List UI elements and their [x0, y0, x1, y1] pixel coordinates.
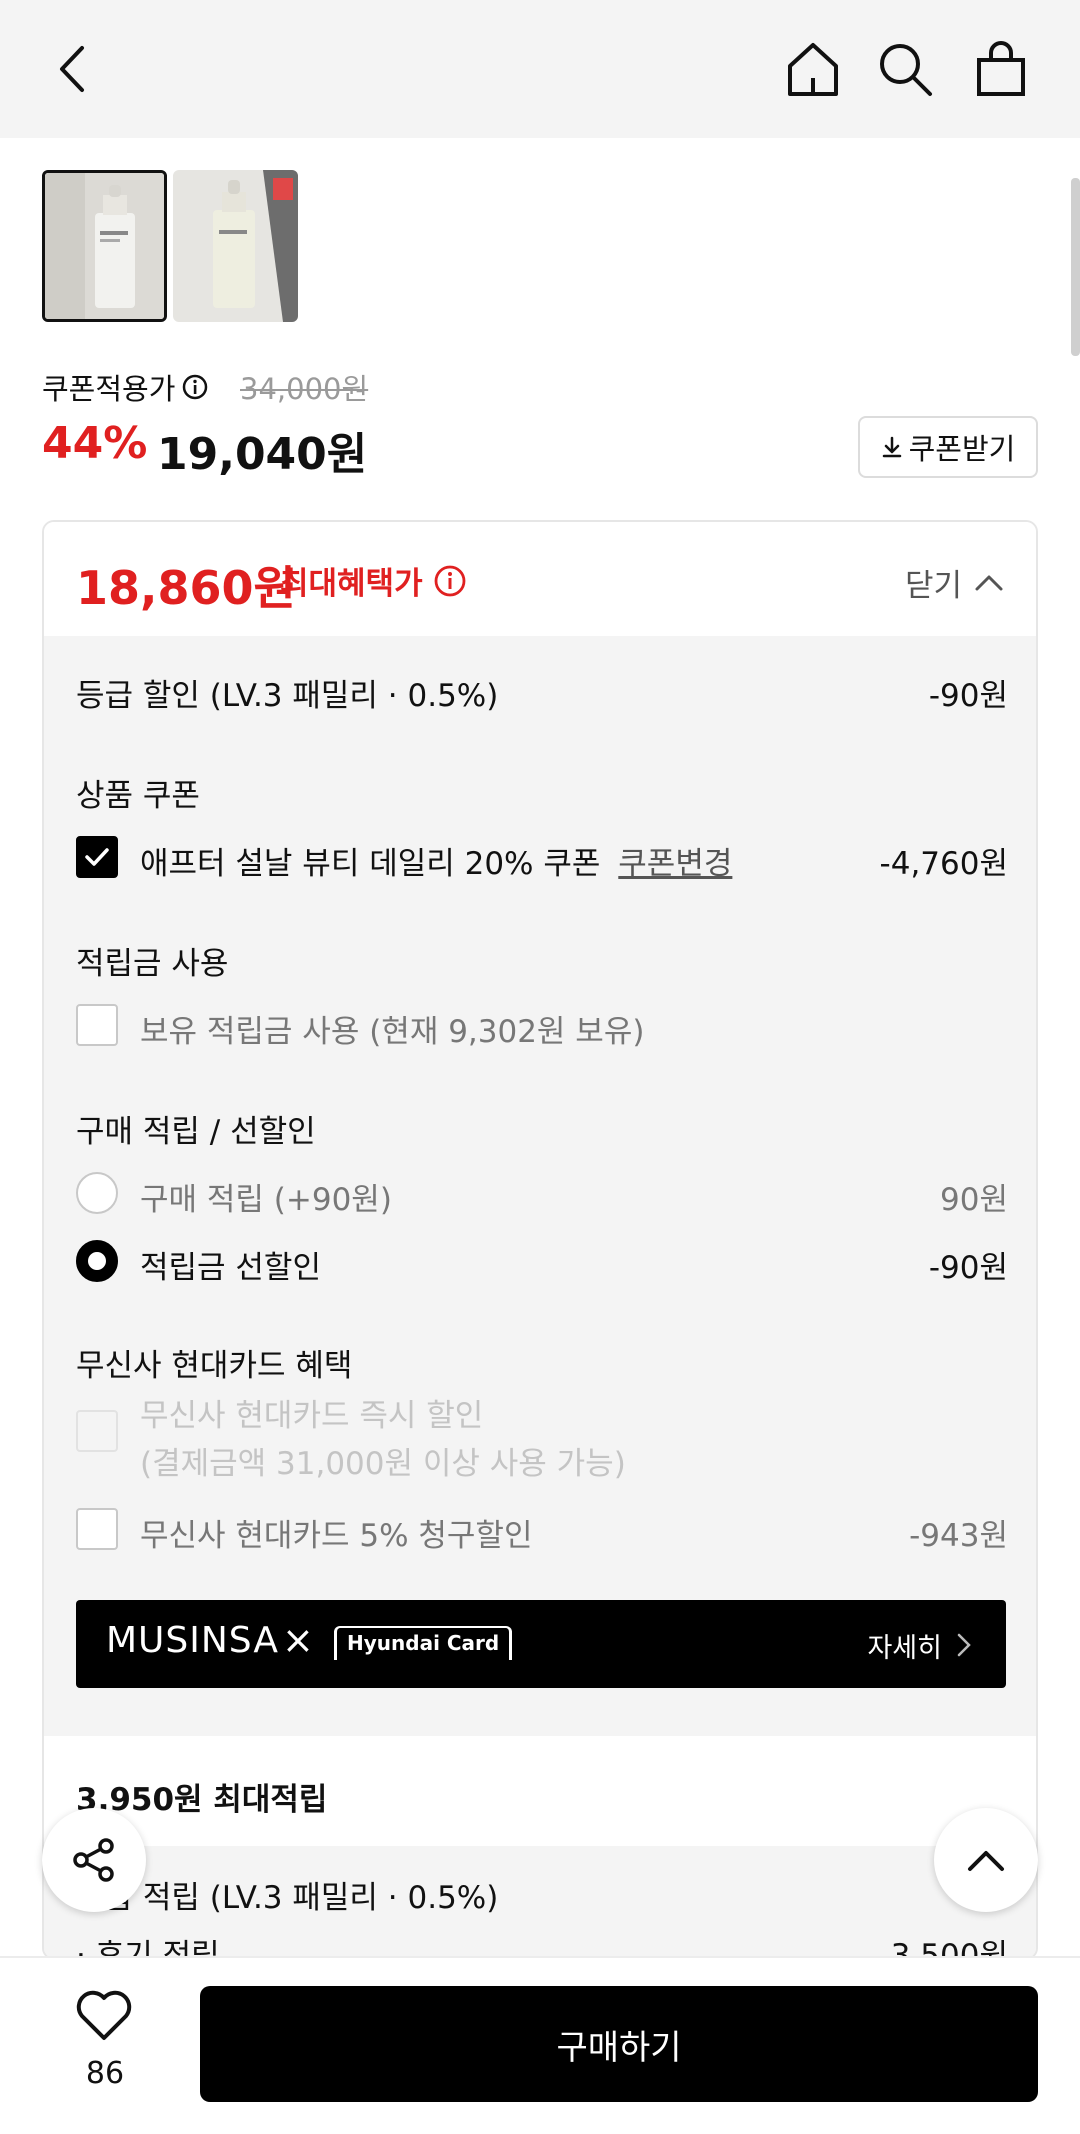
musinsa-hyundai-card-banner[interactable]: MUSINSA × Hyundai Card 자세히	[76, 1600, 1006, 1688]
share-icon	[73, 1838, 114, 1882]
purchase-points-label: 구매 적립 (+90원)	[140, 1182, 392, 1218]
points-use-title: 적립금 사용	[76, 946, 229, 982]
search-button[interactable]	[872, 36, 938, 102]
get-coupon-label: 쿠폰받기	[908, 432, 1016, 466]
hyundai-card-logo: Hyundai Card	[334, 1626, 513, 1660]
chevron-right-icon	[957, 1633, 971, 1657]
coupon-price-text: 쿠폰적용가	[42, 372, 176, 406]
billing-discount-value: -943원	[909, 1518, 1008, 1554]
pre-discount-label: 적립금 선할인	[140, 1250, 321, 1286]
pre-discount-radio[interactable]	[76, 1240, 118, 1282]
benefit-details: 등급 할인 (LV.3 패밀리 · 0.5%) -90원 상품 쿠폰 애프터 설…	[44, 636, 1036, 1736]
heart-icon	[76, 1990, 132, 2040]
chevron-up-icon	[975, 575, 1003, 590]
sale-price: 19,040원	[157, 429, 368, 480]
scroll-to-top-button[interactable]	[934, 1808, 1038, 1912]
close-label: 닫기	[904, 568, 962, 604]
benefit-header: 18,860원 최대혜택가 닫기	[44, 522, 1036, 636]
like-count: 86	[85, 2056, 125, 2091]
like-button[interactable]	[74, 1988, 134, 2046]
home-icon	[788, 43, 838, 96]
grade-discount-label: 등급 할인 (LV.3 패밀리 · 0.5%)	[76, 678, 499, 714]
billing-discount-checkbox[interactable]	[76, 1508, 118, 1550]
purchase-reward-title: 구매 적립 / 선할인	[76, 1114, 316, 1150]
cross-mark: ×	[282, 1618, 314, 1662]
product-coupon-label: 애프터 설날 뷰티 데일리 20% 쿠폰 쿠폰변경	[140, 838, 732, 883]
purchase-points-value: 90원	[940, 1182, 1008, 1218]
change-coupon-link[interactable]: 쿠폰변경	[618, 846, 732, 882]
billing-discount-label: 무신사 현대카드 5% 청구할인	[140, 1518, 533, 1554]
banner-details-link: 자세히	[867, 1633, 942, 1664]
grade-discount-value: -90원	[928, 678, 1008, 714]
search-icon	[880, 44, 932, 96]
top-app-bar	[0, 0, 1080, 138]
buy-button[interactable]: 구매하기	[200, 1986, 1038, 2102]
download-icon	[882, 436, 901, 458]
info-icon[interactable]	[181, 373, 209, 401]
product-coupon-value: -4,760원	[879, 846, 1008, 882]
chevron-up-icon	[968, 1851, 1004, 1871]
checkmark-icon	[85, 848, 109, 866]
back-button[interactable]	[42, 36, 108, 102]
get-coupon-button[interactable]: 쿠폰받기	[858, 416, 1038, 478]
max-benefit-panel: 18,860원 최대혜택가 닫기 등급 할인 (LV.3 패밀리 · 0.5%)…	[42, 520, 1038, 1960]
instant-discount-checkbox[interactable]	[76, 1410, 118, 1452]
max-benefit-price: 18,860원	[76, 561, 296, 615]
max-points-section: 3,950원 최대적립	[44, 1736, 1036, 1846]
instant-discount-label: 무신사 현대카드 즉시 할인	[140, 1398, 484, 1434]
coupon-price-label: 쿠폰적용가	[42, 366, 209, 408]
product-image	[173, 170, 298, 322]
product-thumbnail-1[interactable]	[42, 170, 167, 322]
original-price: 34,000원	[240, 372, 369, 406]
product-image	[45, 173, 164, 319]
info-icon[interactable]	[433, 564, 467, 598]
share-button[interactable]	[42, 1808, 146, 1912]
cart-button[interactable]	[968, 36, 1034, 102]
product-thumbnail-2[interactable]	[173, 170, 298, 322]
max-benefit-text: 최대혜택가	[280, 566, 423, 602]
purchase-points-radio[interactable]	[76, 1172, 118, 1214]
points-use-label: 보유 적립금 사용 (현재 9,302원 보유)	[140, 1014, 645, 1050]
product-coupon-checkbox[interactable]	[76, 836, 118, 878]
musinsa-logo: MUSINSA	[106, 1620, 279, 1661]
scrollbar[interactable]	[1071, 178, 1080, 356]
card-benefit-title: 무신사 현대카드 혜택	[76, 1348, 353, 1384]
buy-label: 구매하기	[556, 2027, 682, 2068]
product-coupon-title: 상품 쿠폰	[76, 778, 200, 814]
pre-discount-value: -90원	[928, 1250, 1008, 1286]
points-use-checkbox[interactable]	[76, 1004, 118, 1046]
points-details: 등급 적립 (LV.3 패밀리 · 0.5%) 9 · 후기 적립 3,500원	[44, 1846, 1036, 1958]
shopping-bag-icon	[977, 41, 1025, 96]
max-benefit-label: 최대혜택가	[280, 558, 467, 603]
instant-discount-condition: (결제금액 31,000원 이상 사용 가능)	[140, 1446, 626, 1482]
close-benefits-toggle[interactable]: 닫기	[905, 560, 1004, 605]
product-coupon-text: 애프터 설날 뷰티 데일리 20% 쿠폰	[140, 846, 601, 882]
home-button[interactable]	[780, 36, 846, 102]
discount-rate: 44%	[42, 418, 148, 469]
chevron-left-icon	[60, 46, 84, 92]
